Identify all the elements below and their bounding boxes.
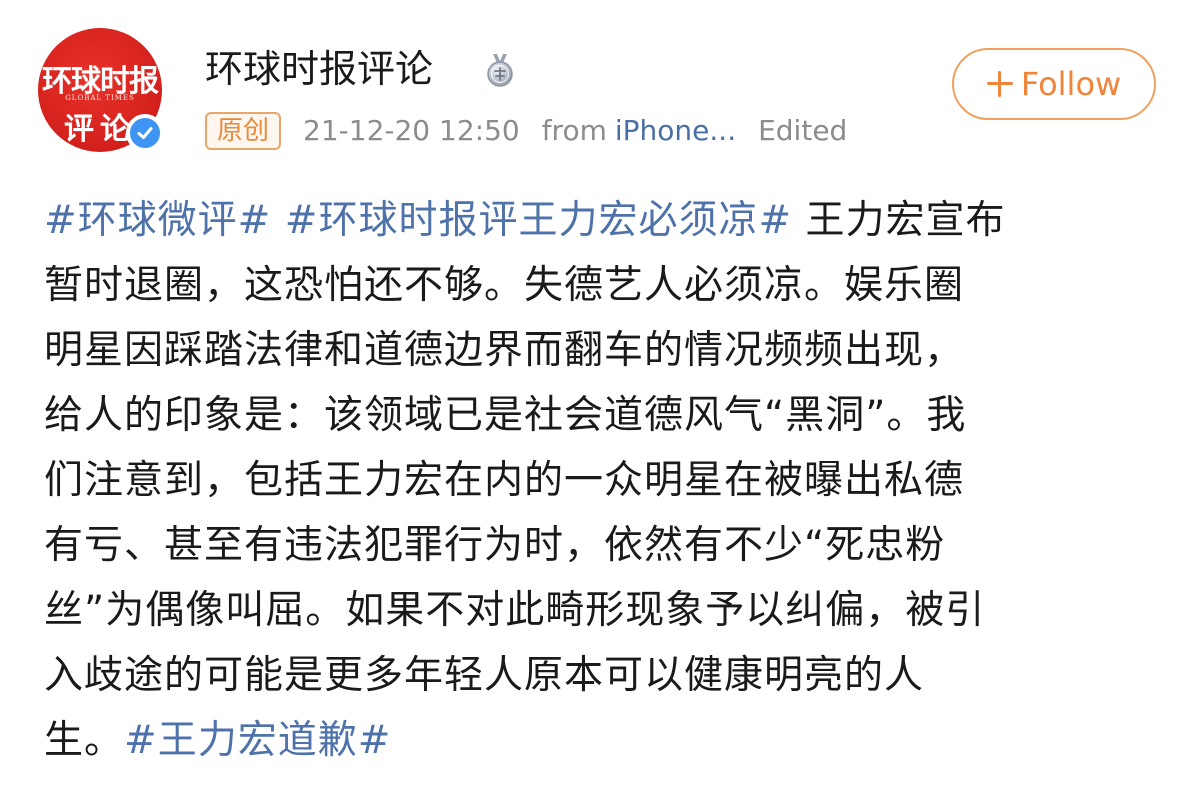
source-device-link[interactable]: iPhone... [615, 111, 736, 151]
user-name[interactable]: 环球时报评论 [205, 44, 433, 94]
post-text-segment: 入歧途的可能是更多年轻人原本可以健康明亮的人 [44, 653, 925, 698]
post-text-segment: 王力宏宣布 [792, 198, 1006, 243]
post-text-segment: 有亏、甚至有违法犯罪行为时，依然有不少“死忠粉 [44, 523, 946, 568]
post-text-segment: 们注意到，包括王力宏在内的一众明星在被曝出私德 [44, 458, 965, 503]
medal-icon[interactable] [482, 52, 518, 88]
post-text-segment: 生。 [44, 718, 125, 763]
avatar-brand-subtext: GLOBAL TIMES [65, 94, 135, 102]
hashtag-link[interactable]: #环球微评# [44, 198, 271, 243]
post-text-line: 明星因踩踏法律和道德边界而翻车的情况频频出现， [44, 318, 1164, 383]
post-text-segment [271, 198, 284, 243]
post-text-line: 有亏、甚至有违法犯罪行为时，依然有不少“死忠粉 [44, 513, 1164, 578]
hashtag-link[interactable]: #环球时报评王力宏必须凉# [285, 198, 792, 243]
follow-button[interactable]: Follow [952, 48, 1156, 120]
post-text: #环球微评# #环球时报评王力宏必须凉# 王力宏宣布暂时退圈，这恐怕还不够。失德… [44, 188, 1164, 773]
checkmark-icon [137, 127, 153, 139]
post-text-segment: 明星因踩踏法律和道德边界而翻车的情况频频出现， [44, 328, 965, 373]
follow-label: Follow [1020, 65, 1122, 103]
edited-label[interactable]: Edited [758, 111, 847, 151]
post-text-segment: 给人的印象是：该领域已是社会道德风气“黑洞”。我 [44, 393, 967, 438]
plus-icon [986, 71, 1013, 97]
hashtag-link[interactable]: #王力宏道歉# [124, 718, 391, 763]
post-meta: 原创 21-12-20 12:50 from iPhone... Edited [205, 110, 847, 152]
post-timestamp: 21-12-20 12:50 [303, 114, 520, 147]
post-text-segment: 丝”为偶像叫屈。如果不对此畸形现象予以纠偏，被引 [44, 588, 986, 633]
post-text-line: 给人的印象是：该领域已是社会道德风气“黑洞”。我 [44, 383, 1164, 448]
post-text-line: 入歧途的可能是更多年轻人原本可以健康明亮的人 [44, 643, 1164, 708]
post-text-segment: 暂时退圈，这恐怕还不够。失德艺人必须凉。娱乐圈 [44, 263, 965, 308]
post-text-line: #环球微评# #环球时报评王力宏必须凉# 王力宏宣布 [44, 188, 1164, 253]
post-text-line: 丝”为偶像叫屈。如果不对此畸形现象予以纠偏，被引 [44, 578, 1164, 643]
post-text-line: 生。#王力宏道歉# [44, 708, 1164, 773]
verified-check-icon [126, 114, 164, 152]
avatar[interactable]: 环球时报 GLOBAL TIMES 评论 [38, 28, 168, 158]
source-label: from [541, 114, 607, 147]
original-tag: 原创 [205, 112, 282, 150]
post-header: 环球时报 GLOBAL TIMES 评论 环球时报评论 原创 21-12-20 … [0, 0, 1200, 170]
post-text-line: 们注意到，包括王力宏在内的一众明星在被曝出私德 [44, 448, 1164, 513]
post-text-line: 暂时退圈，这恐怕还不够。失德艺人必须凉。娱乐圈 [44, 253, 1164, 318]
